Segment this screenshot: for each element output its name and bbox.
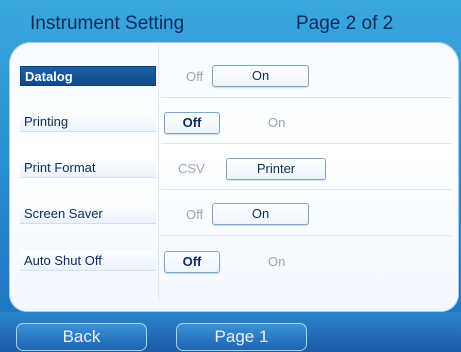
printing-on-option[interactable]: On	[268, 113, 285, 133]
setting-label-datalog[interactable]: Datalog	[20, 66, 156, 86]
setting-row-screen-saver: Screen Saver Off On	[9, 190, 459, 236]
setting-label-printing[interactable]: Printing	[20, 112, 156, 132]
auto-shut-off-on-option[interactable]: On	[268, 252, 285, 272]
header-bar: Instrument Setting Page 2 of 2	[0, 0, 461, 44]
setting-label-screen-saver[interactable]: Screen Saver	[20, 204, 156, 224]
screen-title: Instrument Setting	[30, 13, 185, 34]
settings-panel: Datalog Off On Printing Off On Print For…	[9, 42, 459, 312]
screen-saver-off-option[interactable]: Off	[186, 205, 203, 225]
setting-row-print-format: Print Format CSV Printer	[9, 144, 459, 190]
printing-off-button[interactable]: Off	[164, 112, 220, 134]
print-format-csv-option[interactable]: CSV	[178, 159, 205, 179]
setting-row-auto-shut-off: Auto Shut Off Off On	[9, 236, 459, 282]
datalog-on-button[interactable]: On	[212, 65, 309, 87]
setting-row-datalog: Datalog Off On	[9, 52, 459, 98]
print-format-printer-button[interactable]: Printer	[226, 158, 326, 180]
setting-label-print-format[interactable]: Print Format	[20, 158, 156, 178]
page-1-button[interactable]: Page 1	[176, 323, 307, 351]
back-button[interactable]: Back	[16, 323, 147, 351]
setting-row-printing: Printing Off On	[9, 98, 459, 144]
page-indicator: Page 2 of 2	[296, 13, 394, 34]
datalog-off-option[interactable]: Off	[186, 67, 203, 87]
auto-shut-off-off-button[interactable]: Off	[164, 251, 220, 273]
setting-label-auto-shut-off[interactable]: Auto Shut Off	[20, 251, 156, 271]
screen-saver-on-button[interactable]: On	[212, 203, 309, 225]
